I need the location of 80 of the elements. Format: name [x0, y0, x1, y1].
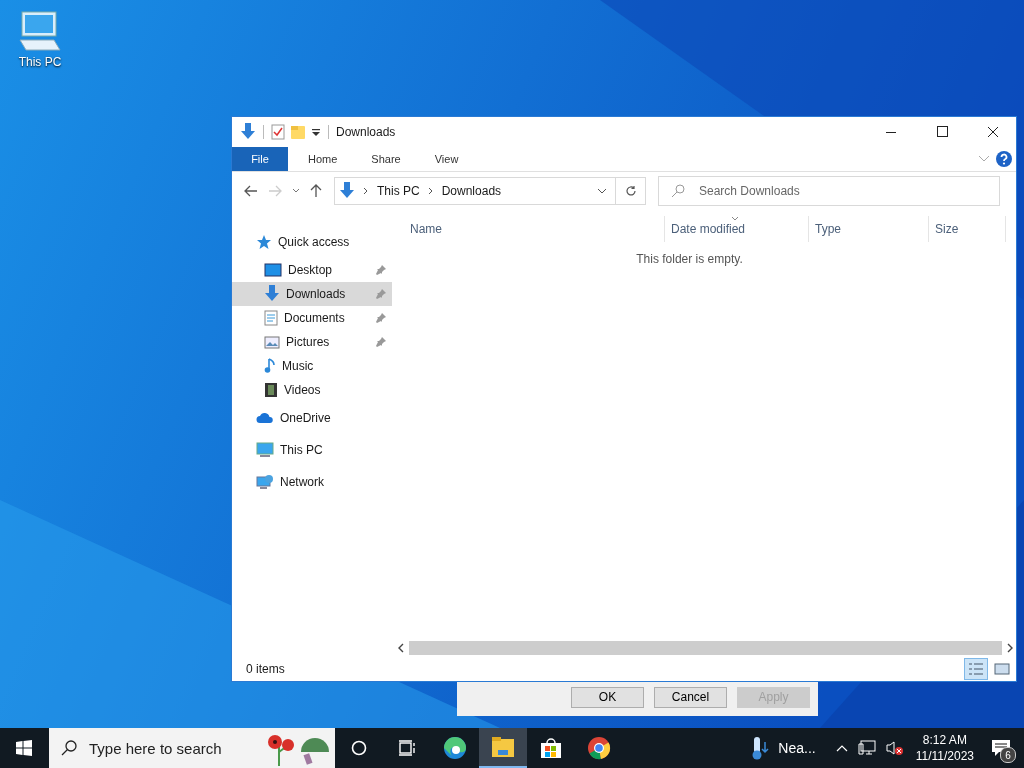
nav-label: Network	[280, 475, 324, 489]
column-header[interactable]: Name	[393, 216, 665, 242]
network-icon	[256, 474, 274, 490]
address-bar[interactable]: This PC Downloads	[334, 177, 616, 205]
music-note-icon	[264, 358, 276, 374]
ribbon-tab[interactable]: Share	[357, 147, 415, 171]
volume-icon[interactable]	[885, 740, 904, 756]
window-title: Downloads	[336, 125, 396, 139]
refresh-icon	[624, 185, 637, 197]
search-icon	[671, 184, 685, 198]
ribbon-tab[interactable]: View	[420, 147, 473, 171]
nav-item[interactable]: Music	[232, 354, 392, 378]
thermometer-icon[interactable]	[750, 736, 771, 760]
nav-label: Pictures	[286, 335, 331, 349]
recent-locations-icon[interactable]	[292, 188, 300, 194]
film-icon	[264, 382, 278, 398]
nav-item[interactable]: Documents	[232, 306, 392, 330]
column-header[interactable]: Size	[929, 216, 1006, 242]
search-field[interactable]: Search Downloads	[658, 176, 1000, 206]
nav-label: Desktop	[288, 263, 334, 277]
nav-label: This PC	[280, 443, 323, 457]
scroll-right-icon[interactable]	[1006, 642, 1014, 653]
column-header[interactable]: Type	[809, 216, 929, 242]
properties-icon[interactable]	[271, 124, 285, 140]
clock-time[interactable]: 8:12 AM	[922, 732, 967, 748]
notification-count-badge: 6	[1000, 747, 1016, 763]
dropdown-icon[interactable]	[311, 127, 321, 137]
chevron-right-icon	[363, 187, 369, 195]
network-icon[interactable]	[857, 740, 876, 756]
taskbar-search-field[interactable]: Type here to search	[49, 728, 335, 768]
star-icon	[256, 234, 272, 250]
folder-icon[interactable]	[479, 728, 527, 768]
computer-icon[interactable]	[18, 10, 62, 52]
nav-item[interactable]: Pictures	[232, 330, 392, 354]
nav-label: Quick access	[278, 235, 350, 249]
search-icon	[61, 740, 77, 756]
nav-label: Videos	[284, 383, 322, 397]
ribbon-tab[interactable]: Home	[294, 147, 352, 171]
cloud-icon	[256, 412, 274, 424]
status-text: 0 items	[246, 662, 286, 676]
weather-text[interactable]: Nea...	[778, 740, 816, 756]
nav-label: Documents	[284, 311, 346, 325]
nav-item[interactable]: Videos	[232, 378, 392, 402]
picture-icon	[264, 335, 280, 349]
nav-item[interactable]: OneDrive	[232, 402, 392, 434]
download-icon	[264, 285, 280, 303]
chevron-up-icon[interactable]	[835, 744, 848, 752]
chevron-right-icon	[427, 187, 434, 195]
breadcrumb[interactable]: Downloads	[441, 184, 502, 198]
download-icon	[339, 182, 355, 200]
thumbnail-icon	[994, 662, 1010, 676]
nav-label: Downloads	[286, 287, 347, 301]
details-list-icon	[968, 662, 984, 676]
nav-item[interactable]: Desktop	[232, 258, 392, 282]
scrollbar-thumb[interactable]	[409, 640, 1002, 655]
nav-item[interactable]: This PC	[232, 434, 392, 466]
desktop-icon-label[interactable]: This PC	[18, 55, 62, 69]
file-tab[interactable]: File	[232, 147, 288, 171]
column-header[interactable]: Date modified	[665, 216, 809, 242]
empty-message: This folder is empty.	[635, 252, 744, 266]
clock-date[interactable]: 11/11/2023	[915, 748, 974, 764]
nav-item[interactable]: Downloads	[232, 282, 392, 306]
windows-logo-icon	[16, 740, 32, 756]
nav-item[interactable]: Quick access	[232, 226, 392, 258]
up-icon[interactable]	[310, 184, 322, 198]
nav-label: Music	[282, 359, 315, 373]
refresh-button[interactable]	[616, 177, 646, 205]
dialog-button[interactable]: OK	[571, 686, 644, 708]
help-icon[interactable]	[996, 151, 1012, 167]
document-icon	[264, 310, 278, 326]
scroll-left-icon[interactable]	[397, 642, 405, 653]
back-icon[interactable]	[244, 185, 258, 197]
chevron-down-icon[interactable]	[597, 188, 607, 194]
nav-item[interactable]: Network	[232, 466, 392, 498]
dialog-button[interactable]: Cancel	[654, 686, 727, 708]
breadcrumb[interactable]: This PC	[377, 184, 420, 198]
nav-label: OneDrive	[280, 411, 331, 425]
download-icon[interactable]	[240, 123, 256, 141]
computer-icon	[256, 442, 274, 458]
desktop-icon	[264, 263, 282, 277]
